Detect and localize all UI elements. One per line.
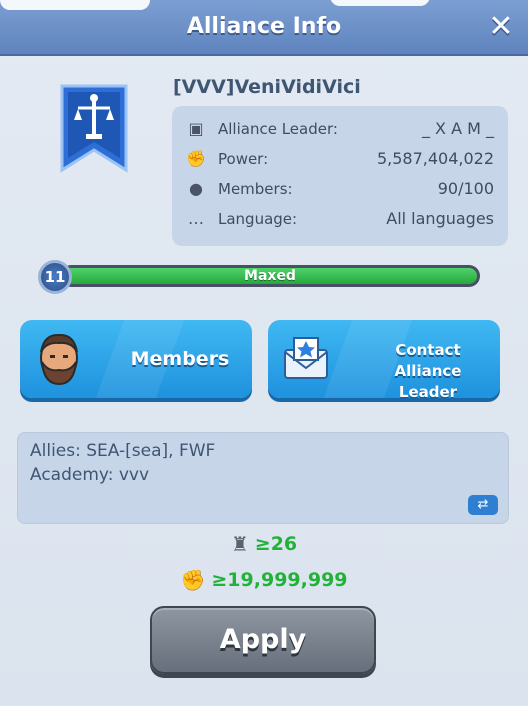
detail-label: Power: <box>218 150 269 168</box>
panel-title: Alliance Info <box>186 14 342 39</box>
alliance-info-panel: Alliance Info ✕ [VVV]VeniVidiVici ▣ Alli… <box>0 0 528 706</box>
progress-track: Maxed <box>60 265 480 287</box>
close-icon[interactable]: ✕ <box>486 12 516 42</box>
progress-label: Maxed <box>244 268 296 284</box>
detail-label: Alliance Leader: <box>218 120 338 138</box>
alliance-name: [VVV]VeniVidiVici <box>173 76 361 98</box>
member-silhouette-icon: ● <box>189 179 203 198</box>
detail-value: 90/100 <box>437 179 494 198</box>
allies-info-box: Allies: SEA-[sea], FWF Academy: vvv ⇄ <box>17 432 509 524</box>
snow-decoration <box>330 0 430 6</box>
detail-value: 5,587,404,022 <box>376 149 494 168</box>
detail-row-power: ✊ Power: 5,587,404,022 <box>172 144 508 174</box>
power-requirement-value: ≥19,999,999 <box>211 569 348 591</box>
speech-bubble-icon: … <box>188 209 204 228</box>
swap-arrows-icon[interactable]: ⇄ <box>468 495 498 515</box>
leader-badge-icon: ▣ <box>188 119 204 138</box>
detail-value: All languages <box>386 209 494 228</box>
castle-level-value: ≥26 <box>254 533 298 555</box>
power-requirement: ✊ ≥19,999,999 <box>0 568 528 598</box>
detail-row-leader: ▣ Alliance Leader: _ X A M _ <box>172 114 508 144</box>
detail-label: Members: <box>218 180 293 198</box>
detail-row-members: ● Members: 90/100 <box>172 174 508 204</box>
apply-button[interactable]: Apply <box>150 606 376 674</box>
detail-label: Language: <box>218 210 298 228</box>
alliance-level-progress: Maxed 11 <box>38 260 482 294</box>
detail-value[interactable]: _ X A M _ <box>422 119 494 138</box>
fist-power-icon: ✊ <box>186 149 206 168</box>
justice-scales-banner-icon <box>60 84 128 173</box>
castle-level-requirement: ♜ ≥26 <box>0 532 528 562</box>
header-bar: Alliance Info ✕ <box>0 0 528 56</box>
snow-decoration <box>0 0 150 10</box>
allies-text: Allies: SEA-[sea], FWF <box>30 441 216 461</box>
alliance-level-badge: 11 <box>38 260 72 294</box>
members-button[interactable]: Members <box>20 320 252 398</box>
castle-icon: ♜ <box>230 532 249 556</box>
alliance-details-box: ▣ Alliance Leader: _ X A M _ ✊ Power: 5,… <box>172 106 508 246</box>
fist-power-icon: ✊ <box>180 568 206 592</box>
bearded-man-avatar-icon <box>40 333 78 386</box>
academy-text: Academy: vvv <box>30 465 150 485</box>
contact-label-line2: Leader <box>398 383 458 398</box>
contact-label-line1: Contact Alliance <box>394 341 462 380</box>
contact-alliance-leader-button[interactable]: Contact Alliance Leader <box>268 320 500 398</box>
contact-button-label: Contact Alliance Leader <box>360 340 496 398</box>
members-button-label: Members <box>130 348 230 370</box>
star-envelope-icon <box>284 337 328 379</box>
detail-row-language: … Language: All languages <box>172 204 508 234</box>
